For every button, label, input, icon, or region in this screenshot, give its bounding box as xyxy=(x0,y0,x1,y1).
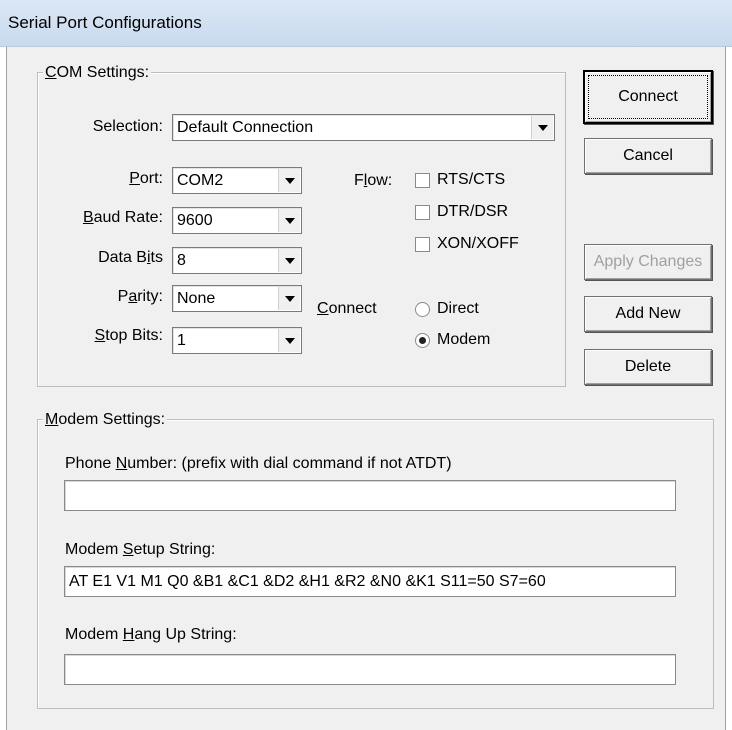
selection-label: Selection: xyxy=(92,118,163,135)
parity-label: Parity: xyxy=(117,288,163,305)
modem-setup-string-value: AT E1 V1 M1 Q0 &B1 &C1 &D2 &H1 &R2 &N0 &… xyxy=(69,573,546,590)
modem-setup-string-field[interactable]: AT E1 V1 M1 Q0 &B1 &C1 &D2 &H1 &R2 &N0 &… xyxy=(64,566,676,597)
cancel-button[interactable]: Cancel xyxy=(584,138,712,174)
dtr-dsr-label: DTR/DSR xyxy=(437,203,509,220)
direct-label: Direct xyxy=(437,300,479,317)
port-combo[interactable]: COM2 xyxy=(172,167,302,194)
stop-bits-dropdown-button[interactable] xyxy=(278,329,300,352)
port-dropdown-button[interactable] xyxy=(278,169,300,192)
chevron-down-icon xyxy=(285,296,295,302)
parity-value: None xyxy=(177,290,216,307)
chevron-down-icon xyxy=(285,178,295,184)
direct-radio[interactable] xyxy=(415,302,430,317)
xon-xoff-checkbox[interactable] xyxy=(415,237,430,252)
data-bits-dropdown-button[interactable] xyxy=(278,249,300,272)
window-title: Serial Port Configurations xyxy=(8,13,202,32)
baud-rate-combo[interactable]: 9600 xyxy=(172,207,302,234)
port-label: Port: xyxy=(129,170,163,187)
add-new-button[interactable]: Add New xyxy=(584,296,712,332)
apply-changes-button[interactable]: Apply Changes xyxy=(584,244,712,280)
selection-value: Default Connection xyxy=(177,119,314,136)
baud-rate-value: 9600 xyxy=(177,212,213,229)
focus-rectangle xyxy=(588,75,708,119)
connect-label: Connect xyxy=(317,300,377,317)
parity-dropdown-button[interactable] xyxy=(278,287,300,310)
delete-button[interactable]: Delete xyxy=(584,349,712,385)
port-value: COM2 xyxy=(177,172,224,189)
modem-label: Modem xyxy=(437,331,491,348)
rts-cts-label: RTS/CTS xyxy=(437,171,506,188)
delete-button-label: Delete xyxy=(624,358,672,375)
stop-bits-value: 1 xyxy=(177,332,186,349)
modem-settings-label: Modem Settings: xyxy=(43,411,168,429)
data-bits-label: Data Bits xyxy=(98,249,163,266)
chevron-down-icon xyxy=(285,338,295,344)
com-settings-label: COM Settings: xyxy=(43,64,152,82)
stop-bits-combo[interactable]: 1 xyxy=(172,327,302,354)
cancel-button-label: Cancel xyxy=(623,147,673,164)
chevron-down-icon xyxy=(285,258,295,264)
modem-hangup-string-field[interactable] xyxy=(64,654,676,685)
chevron-down-icon xyxy=(285,218,295,224)
title-bar[interactable]: Serial Port Configurations xyxy=(0,0,732,47)
phone-number-field[interactable] xyxy=(64,480,676,511)
dialog-body: COM Settings: Selection: Default Connect… xyxy=(6,47,726,730)
selection-combo[interactable]: Default Connection xyxy=(172,114,555,141)
chevron-down-icon xyxy=(538,125,548,131)
stop-bits-label: Stop Bits: xyxy=(94,327,163,344)
flow-label: Flow: xyxy=(354,172,393,189)
baud-rate-dropdown-button[interactable] xyxy=(278,209,300,232)
parity-combo[interactable]: None xyxy=(172,285,302,312)
add-new-button-label: Add New xyxy=(615,305,681,322)
window-edge xyxy=(726,47,732,730)
connect-button[interactable]: Connect xyxy=(583,70,713,124)
modem-hangup-string-label: Modem Hang Up String: xyxy=(65,626,237,643)
baud-rate-label: Baud Rate: xyxy=(82,209,163,226)
selection-dropdown-button[interactable] xyxy=(531,116,553,139)
apply-changes-button-label: Apply Changes xyxy=(593,253,703,270)
serial-port-config-window: Serial Port Configurations COM Settings:… xyxy=(0,0,732,730)
xon-xoff-label: XON/XOFF xyxy=(437,235,519,252)
data-bits-combo[interactable]: 8 xyxy=(172,247,302,274)
rts-cts-checkbox[interactable] xyxy=(415,173,430,188)
modem-setup-string-label: Modem Setup String: xyxy=(65,541,216,558)
modem-radio[interactable] xyxy=(415,333,430,348)
dtr-dsr-checkbox[interactable] xyxy=(415,205,430,220)
data-bits-value: 8 xyxy=(177,252,186,269)
phone-number-label: Phone Number: (prefix with dial command … xyxy=(65,455,452,472)
